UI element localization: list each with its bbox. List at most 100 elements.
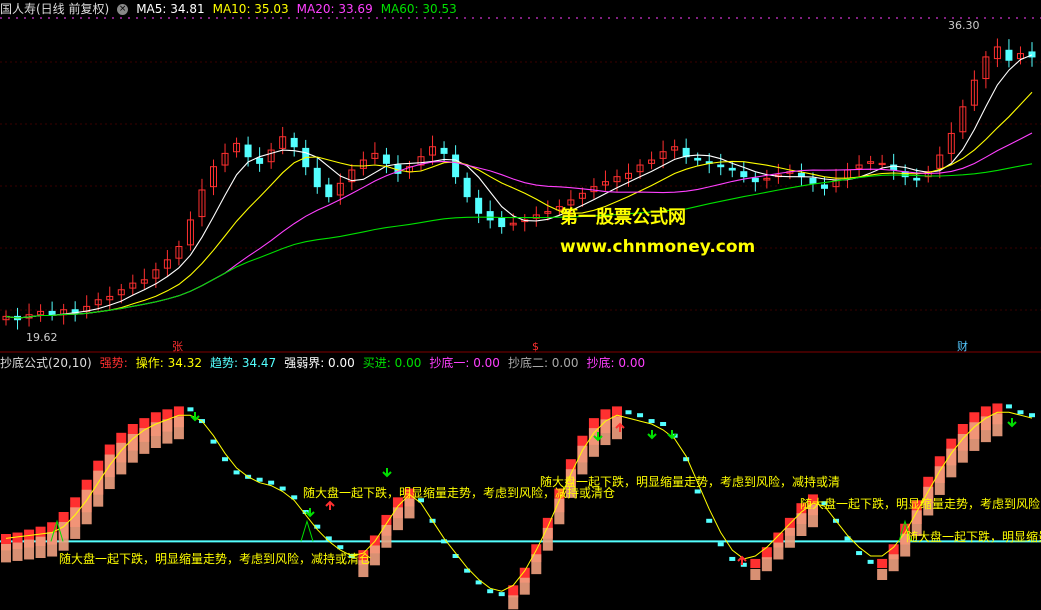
- op-bar: [888, 554, 899, 572]
- op-bar: [519, 577, 530, 595]
- bottom1-value: 抄底一: 0.00: [429, 356, 500, 370]
- candle-down: [290, 137, 298, 148]
- weak-dot: [694, 489, 701, 494]
- candle-down: [717, 164, 725, 168]
- weak-dot: [1029, 413, 1035, 418]
- weak-dot: [268, 480, 275, 485]
- warning-text-3: 随大盘一起下跌，明显缩量走势，考虑到风险，减持或清仓: [540, 475, 840, 489]
- weak-dot: [487, 589, 494, 594]
- op-bar: [1, 544, 11, 563]
- ma20-value: MA20: 33.69: [296, 2, 373, 16]
- candle-down: [820, 184, 828, 189]
- ma5-line: [5, 54, 1033, 319]
- indicator-header: 抄底公式(20,10) 强势: 操作: 34.32 趋势: 34.47 强弱界: 0.0…: [0, 355, 653, 371]
- stock-title: 国人寿(日线 前复权): [0, 2, 110, 16]
- event-marker-s[interactable]: $: [532, 341, 539, 353]
- trend-value: 趋势: 34.47: [209, 356, 277, 370]
- candle-down: [440, 147, 448, 154]
- watermark-title: 第一股票公式网: [560, 207, 686, 228]
- candle-down: [486, 211, 494, 221]
- weak-dot: [498, 592, 505, 597]
- toggle-ma-button[interactable]: ×: [117, 4, 129, 15]
- buy-value: 买进: 0.00: [362, 356, 422, 370]
- ma5-value: MA5: 34.81: [136, 2, 205, 16]
- op-bar: [508, 595, 519, 610]
- weak-dot: [625, 410, 632, 415]
- sell-arrow: [1007, 418, 1017, 428]
- op-bar: [877, 568, 888, 580]
- candle-down: [382, 154, 390, 164]
- sell-arrow: [382, 468, 392, 478]
- weak-dot: [660, 422, 667, 426]
- op-bar: [784, 527, 795, 548]
- op-bar: [750, 568, 761, 580]
- op-bar: [404, 498, 415, 519]
- event-marker-cai[interactable]: 财: [957, 341, 968, 353]
- candle-down: [728, 167, 736, 171]
- weak-dot: [637, 413, 644, 418]
- bottom-value: 抄底: 0.00: [586, 356, 646, 370]
- op-bar: [173, 416, 184, 440]
- ma10-line: [5, 91, 1033, 319]
- candle-down: [325, 184, 333, 198]
- candle-down: [463, 177, 471, 198]
- op-bar: [35, 536, 46, 558]
- indicator-name: 抄底公式(20,10): [0, 356, 92, 370]
- ma20-line: [5, 132, 1033, 319]
- op-bar: [542, 527, 553, 551]
- op-bar: [773, 542, 784, 560]
- candle-down: [48, 310, 56, 316]
- warning-text-1: 随大盘一起下跌，明显缩量走势，考虑到风险，减持或清仓: [59, 552, 372, 566]
- strong-bar: [750, 558, 761, 568]
- weak-dot: [222, 457, 229, 462]
- weak-dot: [706, 518, 713, 523]
- sell-arrow: [305, 508, 315, 518]
- candle-down: [740, 171, 748, 178]
- warning-text-5: 随大盘一起下跌，明显缩量走势，考虑到风险，减持或清仓: [906, 530, 1041, 544]
- price-header: 国人寿(日线 前复权) × MA5: 34.81 MA10: 35.03 MA20: 3…: [0, 1, 465, 17]
- weak-dot: [233, 470, 240, 475]
- op-value: 操作: 34.32: [135, 356, 202, 370]
- weak-dot: [1005, 404, 1012, 409]
- stock-chart[interactable]: [0, 0, 1041, 610]
- price-panel[interactable]: [2, 38, 1036, 330]
- watermark-url: www.chnmoney.com: [560, 237, 756, 257]
- weak-dot: [1017, 410, 1024, 415]
- op-bar: [162, 419, 173, 444]
- boundary-value: 强弱界: 0.00: [284, 356, 355, 370]
- strong-bar: [877, 558, 888, 568]
- ma60-value: MA60: 30.53: [380, 2, 457, 16]
- op-bar: [70, 507, 81, 539]
- op-bar: [600, 419, 611, 446]
- strong-value: 强势:: [99, 356, 128, 370]
- weak-dot: [867, 559, 874, 564]
- bottom2-value: 抄底二: 0.00: [507, 356, 579, 370]
- candle-down: [244, 144, 252, 158]
- candle-down: [809, 177, 817, 184]
- op-bar: [554, 498, 565, 525]
- op-bar: [796, 513, 807, 536]
- op-bar: [992, 413, 1003, 437]
- candle-down: [751, 177, 759, 183]
- buy-arrow: [325, 500, 335, 510]
- candle-down: [256, 157, 264, 164]
- high-price-label: 36.30: [948, 19, 980, 32]
- candle-down: [475, 197, 483, 214]
- weak-dot: [187, 407, 194, 412]
- candle-down: [913, 177, 921, 181]
- ma10-value: MA10: 35.03: [212, 2, 289, 16]
- op-bar: [12, 542, 23, 561]
- candle-down: [694, 157, 702, 161]
- weak-dot: [648, 419, 655, 424]
- event-marker-zhang[interactable]: 张: [172, 341, 183, 353]
- sell-arrow: [647, 430, 657, 440]
- op-bar: [24, 539, 35, 560]
- trend-triangle: [300, 519, 314, 542]
- op-bar: [369, 545, 380, 566]
- candle-down: [452, 154, 460, 178]
- weak-dot: [729, 556, 736, 561]
- warning-text-4: 随大盘一起下跌，明显缩量走势，考虑到风险，减持或清仓: [800, 497, 1041, 511]
- weak-dot: [210, 439, 217, 444]
- candle-down: [498, 217, 506, 228]
- op-bar: [104, 454, 115, 490]
